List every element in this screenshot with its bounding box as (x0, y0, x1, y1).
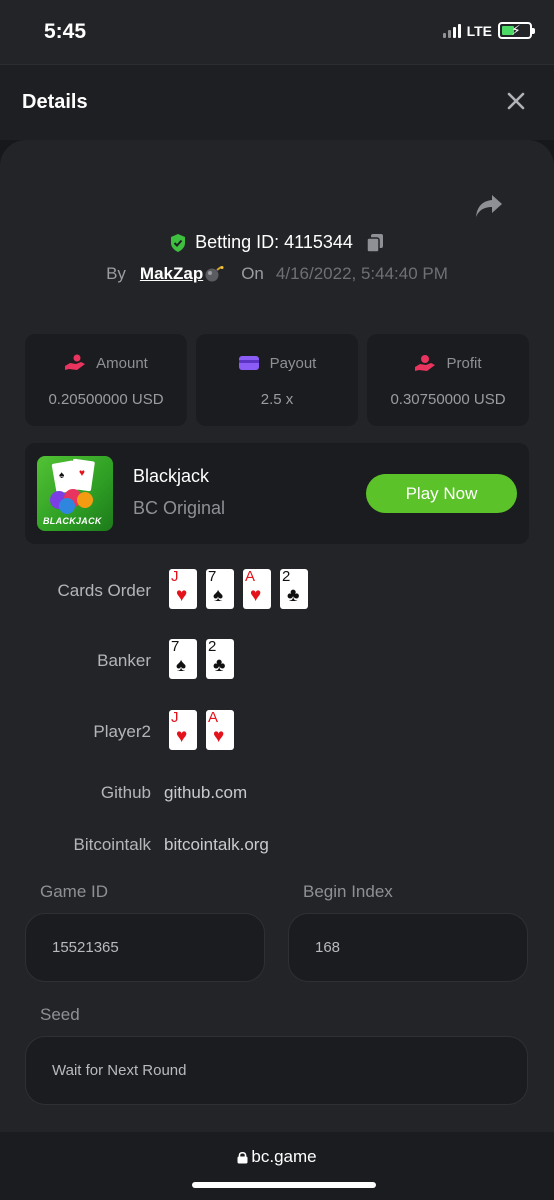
stat-label: Amount (96, 354, 148, 372)
playing-card: 2 ♣ (280, 569, 308, 609)
playing-card: A ♥ (206, 710, 234, 750)
card-suit: ♣ (213, 655, 226, 676)
svg-text:♥: ♥ (79, 468, 85, 479)
playing-card: A ♥ (243, 569, 271, 609)
cards-order-list: J ♥ 7 ♠ A ♥ 2 ♣ (169, 569, 308, 609)
thumb-label: BLACKJACK (43, 516, 102, 526)
home-indicator[interactable] (192, 1182, 376, 1188)
url-text: bc.game (251, 1147, 317, 1166)
game-name: Blackjack (133, 466, 210, 486)
share-icon[interactable] (474, 193, 504, 219)
user-name-link[interactable]: MakZap (140, 264, 203, 284)
bet-date: 4/16/2022, 5:44:40 PM (275, 264, 448, 283)
by-label: By (106, 264, 126, 283)
betting-id: Betting ID: 4115344 (195, 232, 353, 252)
svg-text:♠: ♠ (59, 470, 65, 481)
game-provider: BC Original (133, 498, 226, 518)
bitcointalk-label: Bitcointalk (73, 835, 151, 854)
card-suit: ♥ (176, 726, 188, 747)
card-rank: A (245, 568, 256, 585)
card-rank: 2 (208, 638, 217, 655)
status-time: 5:45 (44, 20, 87, 43)
bitcointalk-link[interactable]: bitcointalk.org (164, 835, 269, 855)
card-icon (238, 356, 259, 370)
game-card: ♠ ♥ BLACKJACK Blackjack BC Original Play… (25, 443, 529, 544)
battery-icon: ⚡ (498, 22, 535, 39)
hand-coins-icon (65, 354, 86, 370)
page-title: Details (22, 91, 88, 113)
playing-card: J ♥ (169, 710, 197, 750)
signal-icon (442, 23, 461, 38)
status-bar: 5:45 LTE ⚡ (0, 0, 554, 64)
cards-order-label: Cards Order (57, 581, 151, 600)
github-label: Github (100, 783, 151, 802)
github-link[interactable]: github.com (164, 783, 247, 803)
card-rank: 7 (171, 638, 180, 655)
betting-id-row: Betting ID: 4115344 (0, 232, 554, 253)
play-now-button[interactable]: Play Now (366, 474, 517, 513)
card-suit: ♣ (287, 585, 300, 606)
seed-field[interactable]: Wait for Next Round (25, 1036, 528, 1105)
amount-card: Amount 0.20500000 USD (25, 334, 187, 426)
playing-card: 7 ♠ (169, 639, 197, 679)
game-id-label: Game ID (40, 882, 109, 901)
stat-value: 0.20500000 USD (48, 391, 164, 408)
card-rank: 7 (208, 568, 217, 585)
payout-card: Payout 2.5 x (196, 334, 358, 426)
begin-index-label: Begin Index (303, 882, 393, 901)
card-suit: ♠ (213, 585, 224, 606)
card-rank: J (171, 568, 179, 585)
playing-card: 7 ♠ (206, 569, 234, 609)
close-icon[interactable] (506, 91, 526, 111)
player-label: Player2 (93, 722, 151, 741)
copy-icon[interactable] (365, 233, 385, 253)
shield-check-icon (171, 233, 186, 252)
stat-value: 2.5 x (260, 391, 294, 408)
card-suit: ♥ (213, 726, 225, 747)
details-header: Details (0, 64, 554, 140)
bettor-row: By MakZap On 4/16/2022, 5:44:40 PM (0, 264, 554, 284)
game-id-field[interactable]: 15521365 (25, 913, 265, 982)
card-rank: 2 (282, 568, 291, 585)
stat-label: Payout (269, 354, 317, 372)
browser-bar: bc.game (0, 1132, 554, 1200)
details-panel (0, 140, 554, 1132)
network-type: LTE (466, 22, 492, 39)
card-rank: J (171, 709, 179, 726)
status-indicators: LTE ⚡ (442, 22, 535, 39)
begin-index-field[interactable]: 168 (288, 913, 528, 982)
banker-cards: 7 ♠ 2 ♣ (169, 639, 234, 679)
bomb-icon (205, 266, 224, 282)
seed-label: Seed (40, 1005, 80, 1024)
lock-icon (237, 1151, 248, 1163)
player-cards: J ♥ A ♥ (169, 710, 234, 750)
stat-value: 0.30750000 USD (390, 391, 506, 408)
banker-label: Banker (97, 651, 151, 670)
card-suit: ♥ (176, 585, 188, 606)
on-label: On (241, 264, 264, 283)
playing-card: J ♥ (169, 569, 197, 609)
blackjack-thumbnail[interactable]: ♠ ♥ BLACKJACK (37, 456, 113, 531)
hand-profit-icon (415, 355, 436, 371)
card-rank: A (208, 709, 219, 726)
card-suit: ♠ (176, 655, 187, 676)
profit-card: Profit 0.30750000 USD (367, 334, 529, 426)
stat-label: Profit (446, 354, 482, 372)
url-bar[interactable]: bc.game (0, 1147, 554, 1167)
card-suit: ♥ (250, 585, 262, 606)
playing-card: 2 ♣ (206, 639, 234, 679)
